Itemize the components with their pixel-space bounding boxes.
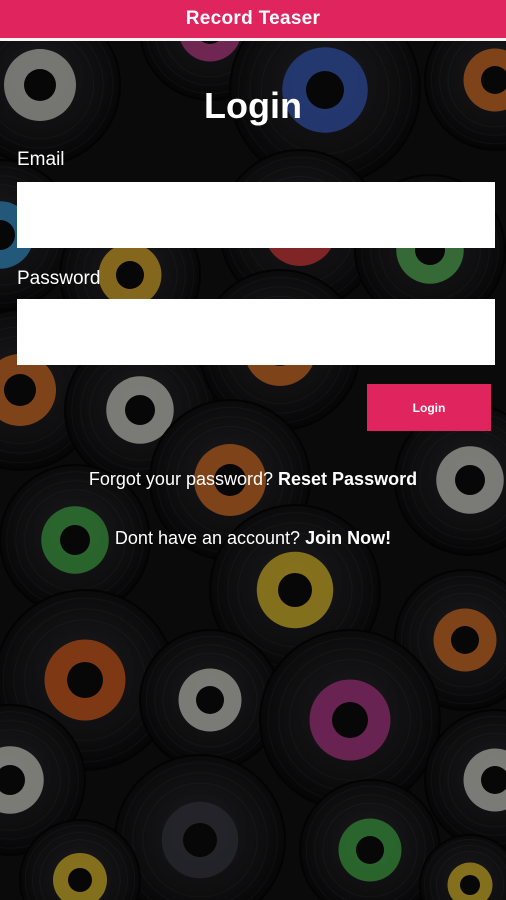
reset-password-link[interactable]: Reset Password [278, 469, 417, 489]
app-screen: Record Teaser Login Email Password Login… [0, 0, 506, 900]
password-label: Password [17, 268, 101, 289]
forgot-password-prompt: Forgot your password? [88, 469, 273, 489]
login-button[interactable]: Login [367, 384, 491, 431]
email-label: Email [17, 149, 65, 170]
password-field[interactable] [17, 299, 495, 365]
app-title-bar: Record Teaser [0, 0, 506, 41]
join-now-link[interactable]: Join Now! [305, 528, 391, 548]
email-field[interactable] [17, 182, 495, 248]
background-dim [0, 0, 506, 900]
forgot-password-line: Forgot your password? Reset Password [0, 468, 506, 490]
page-title: Login [204, 85, 302, 126]
app-title: Record Teaser [185, 8, 321, 29]
signup-line: Dont have an account? Join Now! [0, 527, 506, 549]
signup-prompt: Dont have an account? [114, 528, 301, 548]
